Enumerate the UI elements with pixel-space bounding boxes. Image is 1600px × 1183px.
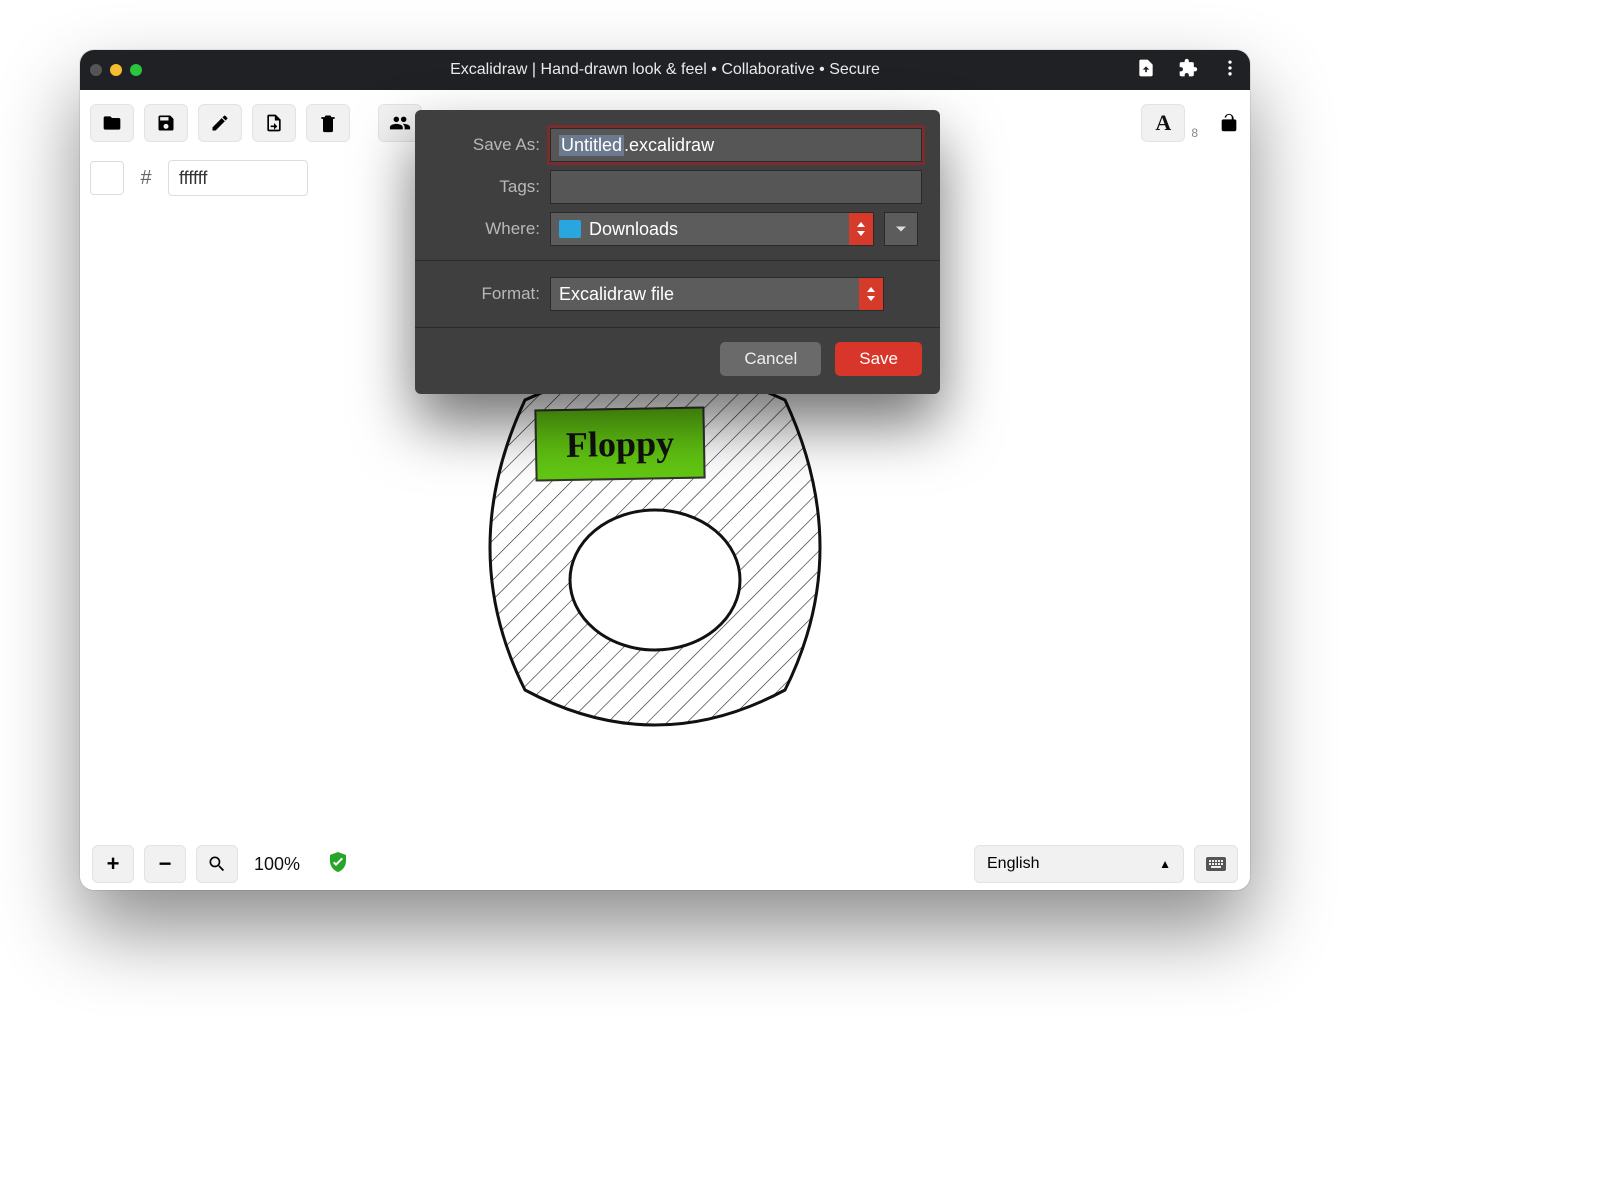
hash-label: # <box>132 167 160 190</box>
edit-button[interactable] <box>198 104 242 142</box>
extensions-icon[interactable] <box>1178 58 1198 82</box>
background-color-input[interactable] <box>168 160 308 196</box>
page-title: Excalidraw | Hand-drawn look & feel • Co… <box>80 61 1250 79</box>
minimize-window-button[interactable] <box>110 64 122 76</box>
lock-toggle[interactable] <box>1218 112 1240 134</box>
tool-slot-number: 8 <box>1191 126 1198 142</box>
keyboard-shortcuts-button[interactable] <box>1194 845 1238 883</box>
filename-selected-part: Untitled <box>559 135 624 156</box>
filename-ext: .excalidraw <box>624 135 714 156</box>
app-window: Excalidraw | Hand-drawn look & feel • Co… <box>80 50 1250 890</box>
cancel-button[interactable]: Cancel <box>720 342 821 376</box>
language-label: English <box>987 855 1039 873</box>
secure-shield-icon <box>326 850 350 879</box>
save-dialog-button[interactable]: Save <box>835 342 922 376</box>
zoom-window-button[interactable] <box>130 64 142 76</box>
format-select[interactable]: Excalidraw file <box>550 277 884 311</box>
sticky-note[interactable]: Floppy <box>534 407 705 482</box>
save-button[interactable] <box>144 104 188 142</box>
text-tool-button[interactable]: A <box>1141 104 1185 142</box>
open-button[interactable] <box>90 104 134 142</box>
where-select[interactable]: Downloads <box>550 212 874 246</box>
delete-button[interactable] <box>306 104 350 142</box>
chevron-updown-icon <box>859 278 883 310</box>
save-as-input[interactable]: Untitled.excalidraw <box>550 128 922 162</box>
background-color-swatch[interactable] <box>90 161 124 195</box>
titlebar-actions <box>1136 58 1240 82</box>
caret-up-icon: ▲ <box>1159 857 1171 871</box>
zoom-reset-button[interactable] <box>196 845 238 883</box>
save-dialog: Save As: Untitled.excalidraw Tags: Where… <box>415 110 940 394</box>
where-value: Downloads <box>589 219 678 240</box>
language-selector[interactable]: English ▲ <box>974 845 1184 883</box>
export-button[interactable] <box>252 104 296 142</box>
where-label: Where: <box>425 219 540 239</box>
more-menu-icon[interactable] <box>1220 58 1240 82</box>
format-value: Excalidraw file <box>559 284 674 305</box>
zoom-out-button[interactable]: − <box>144 845 186 883</box>
sticky-note-text: Floppy <box>566 422 675 466</box>
chevron-updown-icon <box>849 213 873 245</box>
tags-input[interactable] <box>550 170 922 204</box>
tags-label: Tags: <box>425 177 540 197</box>
download-file-icon[interactable] <box>1136 58 1156 82</box>
close-window-button[interactable] <box>90 64 102 76</box>
zoom-in-button[interactable]: + <box>92 845 134 883</box>
folder-icon <box>559 220 581 238</box>
save-as-label: Save As: <box>425 135 540 155</box>
format-label: Format: <box>425 284 540 304</box>
window-controls <box>90 64 142 76</box>
zoom-level: 100% <box>254 854 300 875</box>
expand-browser-button[interactable] <box>884 212 918 246</box>
titlebar: Excalidraw | Hand-drawn look & feel • Co… <box>80 50 1250 90</box>
bottom-bar: + − 100% English ▲ <box>80 838 1250 890</box>
